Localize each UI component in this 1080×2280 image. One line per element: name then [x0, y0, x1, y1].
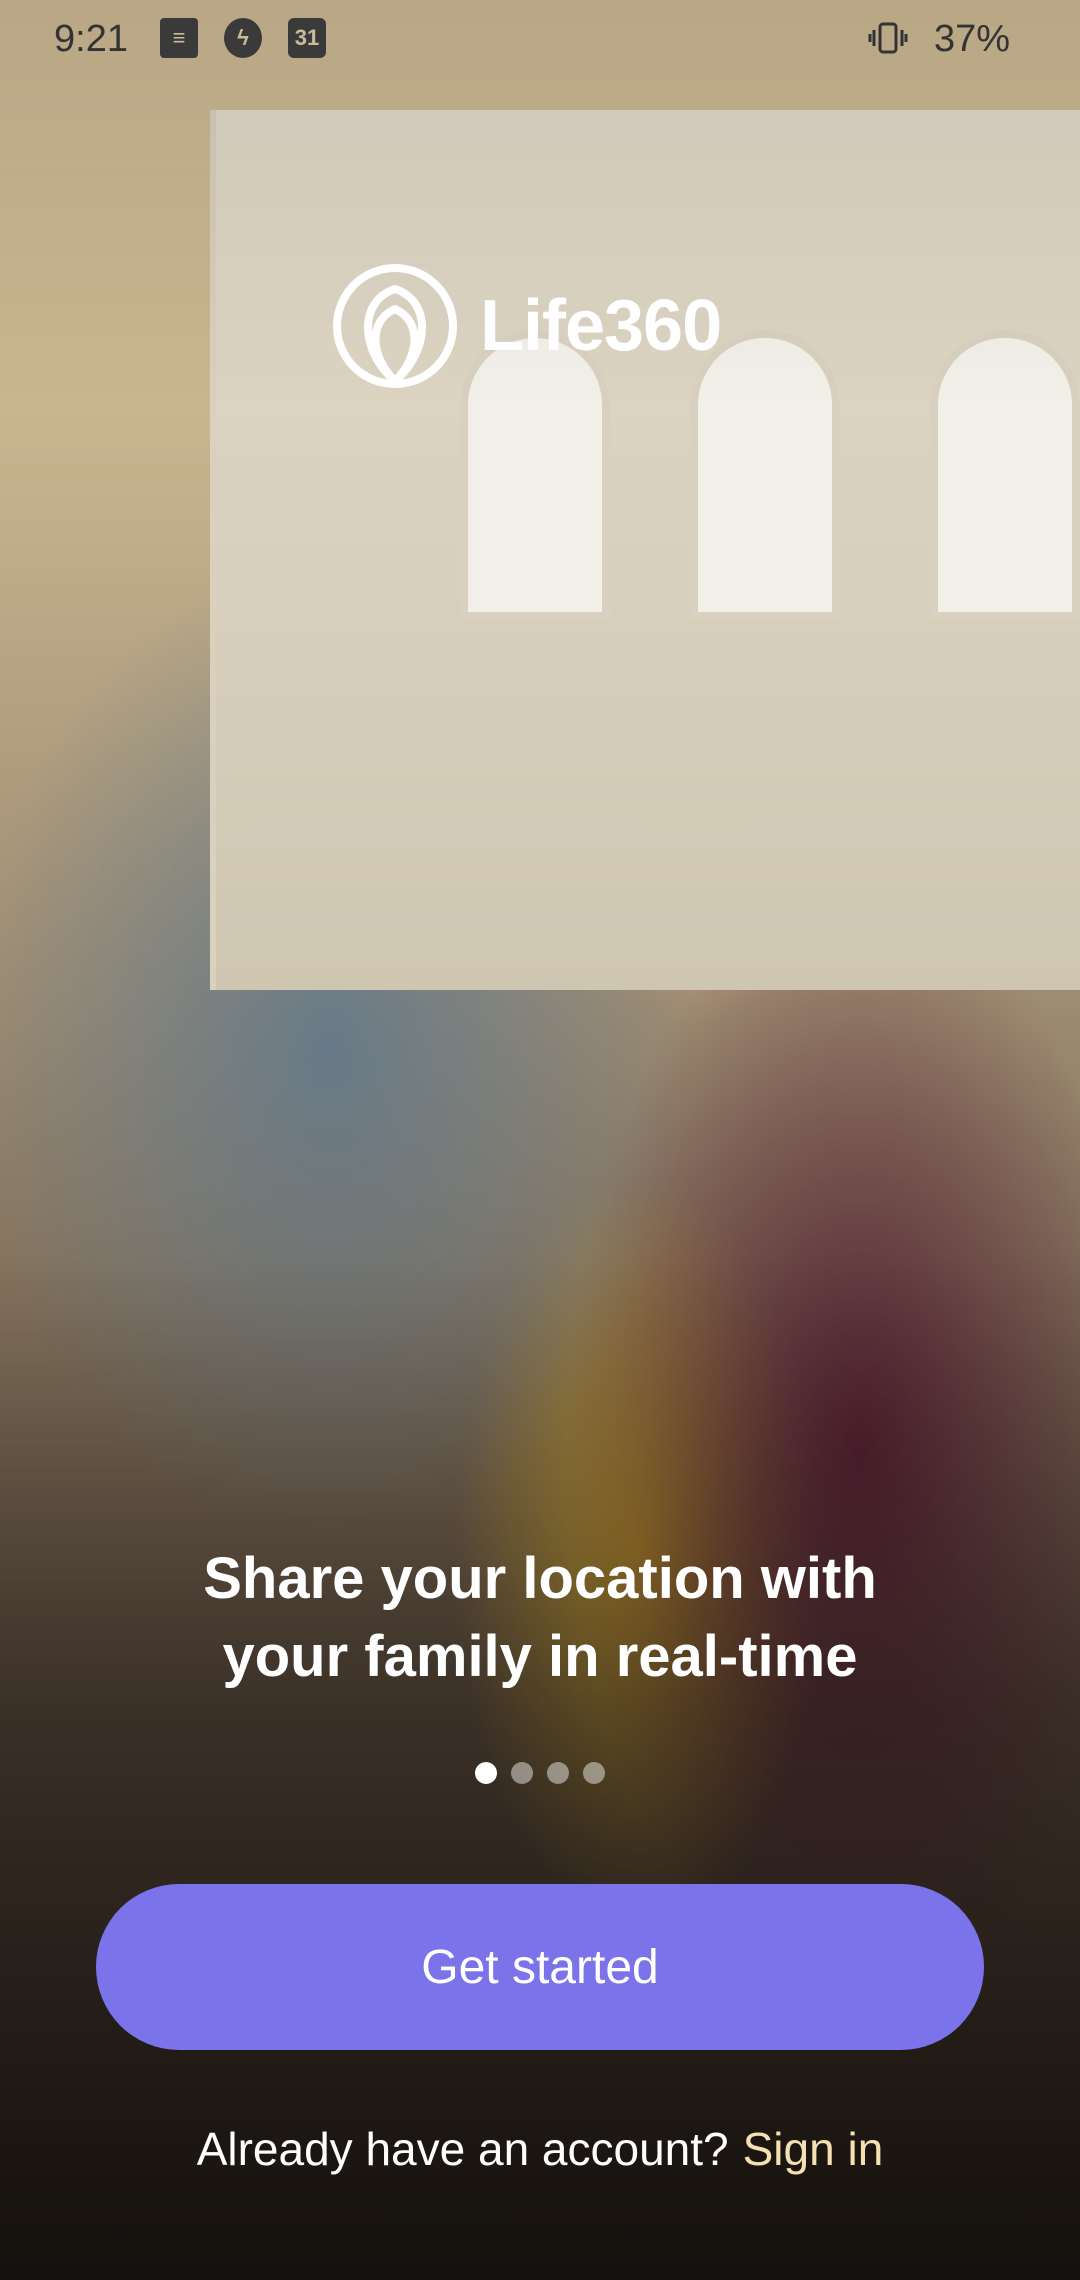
status-bar: 9:21 ≡ ϟ 31 37%	[0, 0, 1080, 80]
onboarding-headline: Share your location with your family in …	[90, 1540, 990, 1696]
status-time: 9:21	[54, 18, 128, 60]
page-dot-2[interactable]	[511, 1762, 533, 1784]
page-dot-4[interactable]	[583, 1762, 605, 1784]
page-dot-3[interactable]	[547, 1762, 569, 1784]
signin-prompt: Already have an account?	[196, 2123, 729, 2175]
messenger-icon: ϟ	[224, 18, 262, 58]
page-indicator	[0, 1762, 1080, 1784]
app-name: Life360	[480, 286, 722, 366]
sign-in-link[interactable]: Sign in	[743, 2123, 884, 2175]
life360-logo-icon	[333, 264, 457, 388]
calendar-icon: 31	[288, 18, 326, 58]
vibrate-icon	[868, 22, 908, 54]
page-dot-1[interactable]	[475, 1762, 497, 1784]
news-icon: ≡	[160, 18, 198, 58]
headline-line-2: your family in real-time	[222, 1624, 858, 1689]
headline-line-1: Share your location with	[203, 1546, 877, 1611]
signin-row: Already have an account? Sign in	[0, 2122, 1080, 2176]
get-started-button[interactable]: Get started	[96, 1884, 984, 2050]
app-logo: Life360	[330, 262, 722, 390]
battery-level: 37%	[934, 18, 1011, 60]
